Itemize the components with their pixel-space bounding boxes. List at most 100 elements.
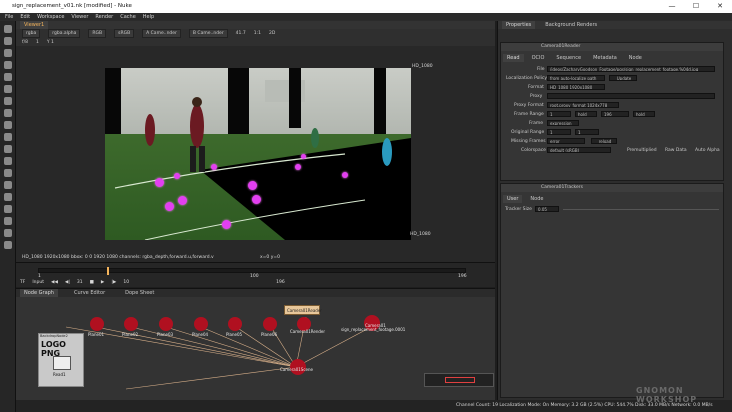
reload-button[interactable]: reload — [591, 138, 617, 144]
merge-tool-icon[interactable] — [4, 109, 12, 117]
keyer-tool-icon[interactable] — [4, 97, 12, 105]
tracker-point[interactable] — [295, 164, 301, 170]
menu-cache[interactable]: Cache — [120, 13, 136, 21]
localization-select[interactable]: from auto-localize path — [547, 75, 605, 81]
tab-background-renders[interactable]: Background Renders — [541, 21, 601, 29]
current-frame-input[interactable]: 31 — [77, 280, 83, 285]
tab-node[interactable]: Node — [625, 54, 646, 62]
input-b-select[interactable]: B Came..nder — [188, 29, 228, 38]
time-tool-icon[interactable] — [4, 49, 12, 57]
backdrop-node[interactable]: BackdropNode2 LOGO PNG Read1 — [38, 333, 84, 387]
tracker-point[interactable] — [342, 172, 348, 178]
close-button[interactable]: ✕ — [708, 0, 732, 13]
draw-tool-icon[interactable] — [4, 37, 12, 45]
channel-tool-icon[interactable] — [4, 61, 12, 69]
tracker-point[interactable] — [301, 154, 306, 159]
input-a-select[interactable]: A Came..nder — [142, 29, 181, 38]
tab-user[interactable]: User — [503, 195, 523, 203]
camera-reader-node[interactable]: Camera01Reader — [284, 305, 322, 315]
step-back-button[interactable]: ◀| — [65, 280, 70, 285]
filter-tool-icon[interactable] — [4, 85, 12, 93]
tab-viewer1[interactable]: Viewer1 — [20, 21, 49, 29]
stop-button[interactable]: ■ — [90, 280, 94, 285]
tracker-point[interactable] — [178, 196, 187, 205]
tracker-point[interactable] — [174, 173, 180, 179]
frame-range-after[interactable]: hold — [633, 111, 655, 117]
views-tool-icon[interactable] — [4, 145, 12, 153]
layer-select[interactable]: rgba.alpha — [48, 29, 81, 38]
zoom-value[interactable]: 41.7 — [236, 31, 246, 36]
read-node-label[interactable]: Read1 — [53, 372, 66, 377]
colorspace-select[interactable]: default (sRGB) — [547, 147, 611, 153]
tracker-point[interactable] — [211, 164, 217, 170]
original-end[interactable]: 1 — [575, 129, 599, 135]
gamma-value[interactable]: Y 1 — [47, 40, 54, 45]
tab-dope-sheet[interactable]: Dope Sheet — [121, 289, 158, 297]
auto-alpha-checkbox[interactable]: Auto Alpha — [695, 148, 720, 153]
tracker-size-slider[interactable] — [563, 209, 719, 210]
viewer-image[interactable] — [105, 68, 411, 240]
plane-node-3[interactable] — [159, 317, 173, 331]
play-forward-button[interactable]: ▶ — [101, 280, 104, 285]
file-field[interactable]: /ideos/ZacharyGoodson_Footage/pgs/sign_r… — [547, 66, 715, 72]
menu-edit[interactable]: Edit — [20, 13, 30, 21]
read-node-thumbnail[interactable] — [53, 356, 71, 370]
playhead[interactable] — [107, 267, 110, 275]
menu-help[interactable]: Help — [143, 13, 154, 21]
tab-tracker-node[interactable]: Node — [526, 195, 547, 203]
frame-step-input[interactable]: 10 — [123, 280, 129, 285]
update-button[interactable]: Update — [609, 75, 637, 81]
3d-tool-icon[interactable] — [4, 133, 12, 141]
channels-select[interactable]: rgba — [22, 29, 41, 38]
tracker-point[interactable] — [248, 181, 257, 190]
fraction-value[interactable]: 1:1 — [254, 31, 261, 36]
proxy-field[interactable] — [547, 93, 715, 99]
menu-file[interactable]: File — [5, 13, 13, 21]
premultiplied-checkbox[interactable]: Premultiplied — [627, 148, 657, 153]
colorspace-select[interactable]: sRGB — [114, 29, 135, 38]
ratio-value[interactable]: 1 — [36, 40, 39, 45]
plane-node-2[interactable] — [124, 317, 138, 331]
other-tool-icon[interactable] — [4, 205, 12, 213]
plane-node-1[interactable] — [90, 317, 104, 331]
tracker-point[interactable] — [165, 202, 174, 211]
tab-properties[interactable]: Properties — [502, 21, 536, 29]
minimize-button[interactable]: — — [660, 0, 684, 13]
toolsets-tool-icon[interactable] — [4, 193, 12, 201]
frame-range-before[interactable]: hold — [575, 111, 597, 117]
fstop-value[interactable]: f/8 — [22, 40, 28, 45]
missing-frames-select[interactable]: error — [547, 138, 585, 144]
end-frame-value[interactable]: 196 — [276, 280, 285, 285]
node-graph-panel[interactable]: Node Graph Curve Editor Dope Sheet Backd… — [16, 288, 495, 400]
menu-workspace[interactable]: Workspace — [37, 13, 64, 21]
tracker-title[interactable]: Camera01Trackers — [541, 185, 583, 190]
display-mode-select[interactable]: RGB — [88, 29, 107, 38]
deep-tool-icon[interactable] — [4, 181, 12, 189]
menu-render[interactable]: Render — [95, 13, 113, 21]
minimap-viewport[interactable] — [445, 377, 475, 383]
maximize-button[interactable]: ☐ — [684, 0, 708, 13]
metadata-tool-icon[interactable] — [4, 157, 12, 165]
tab-ocio[interactable]: OCIO — [528, 54, 549, 62]
plugin-tool-icon[interactable] — [4, 241, 12, 249]
menu-viewer[interactable]: Viewer — [71, 13, 88, 21]
raw-data-checkbox[interactable]: Raw Data — [665, 148, 687, 153]
frame-range-end[interactable]: 196 — [601, 111, 629, 117]
tab-sequence[interactable]: Sequence — [552, 54, 585, 62]
furnace-tool-icon[interactable] — [4, 217, 12, 225]
timeline-track[interactable] — [38, 267, 466, 275]
format-select[interactable]: HD_1080 1920x1080 — [547, 84, 605, 90]
step-forward-button[interactable]: |▶ — [111, 280, 116, 285]
frame-range-start[interactable]: 1 — [547, 111, 571, 117]
tracker-size-input[interactable]: 0.05 — [535, 206, 559, 212]
tracker-point[interactable] — [252, 195, 261, 204]
tab-read[interactable]: Read — [503, 54, 524, 62]
plane-node-4[interactable] — [194, 317, 208, 331]
tracker-point[interactable] — [222, 220, 231, 229]
tracker-point[interactable] — [155, 178, 164, 187]
play-back-button[interactable]: ◀◀ — [51, 280, 58, 285]
plane-node-6[interactable] — [263, 317, 277, 331]
input-select[interactable]: Input — [32, 280, 44, 285]
plane-node-5[interactable] — [228, 317, 242, 331]
proxy-format-select[interactable]: root.proxy_format 1024x778 — [547, 102, 619, 108]
